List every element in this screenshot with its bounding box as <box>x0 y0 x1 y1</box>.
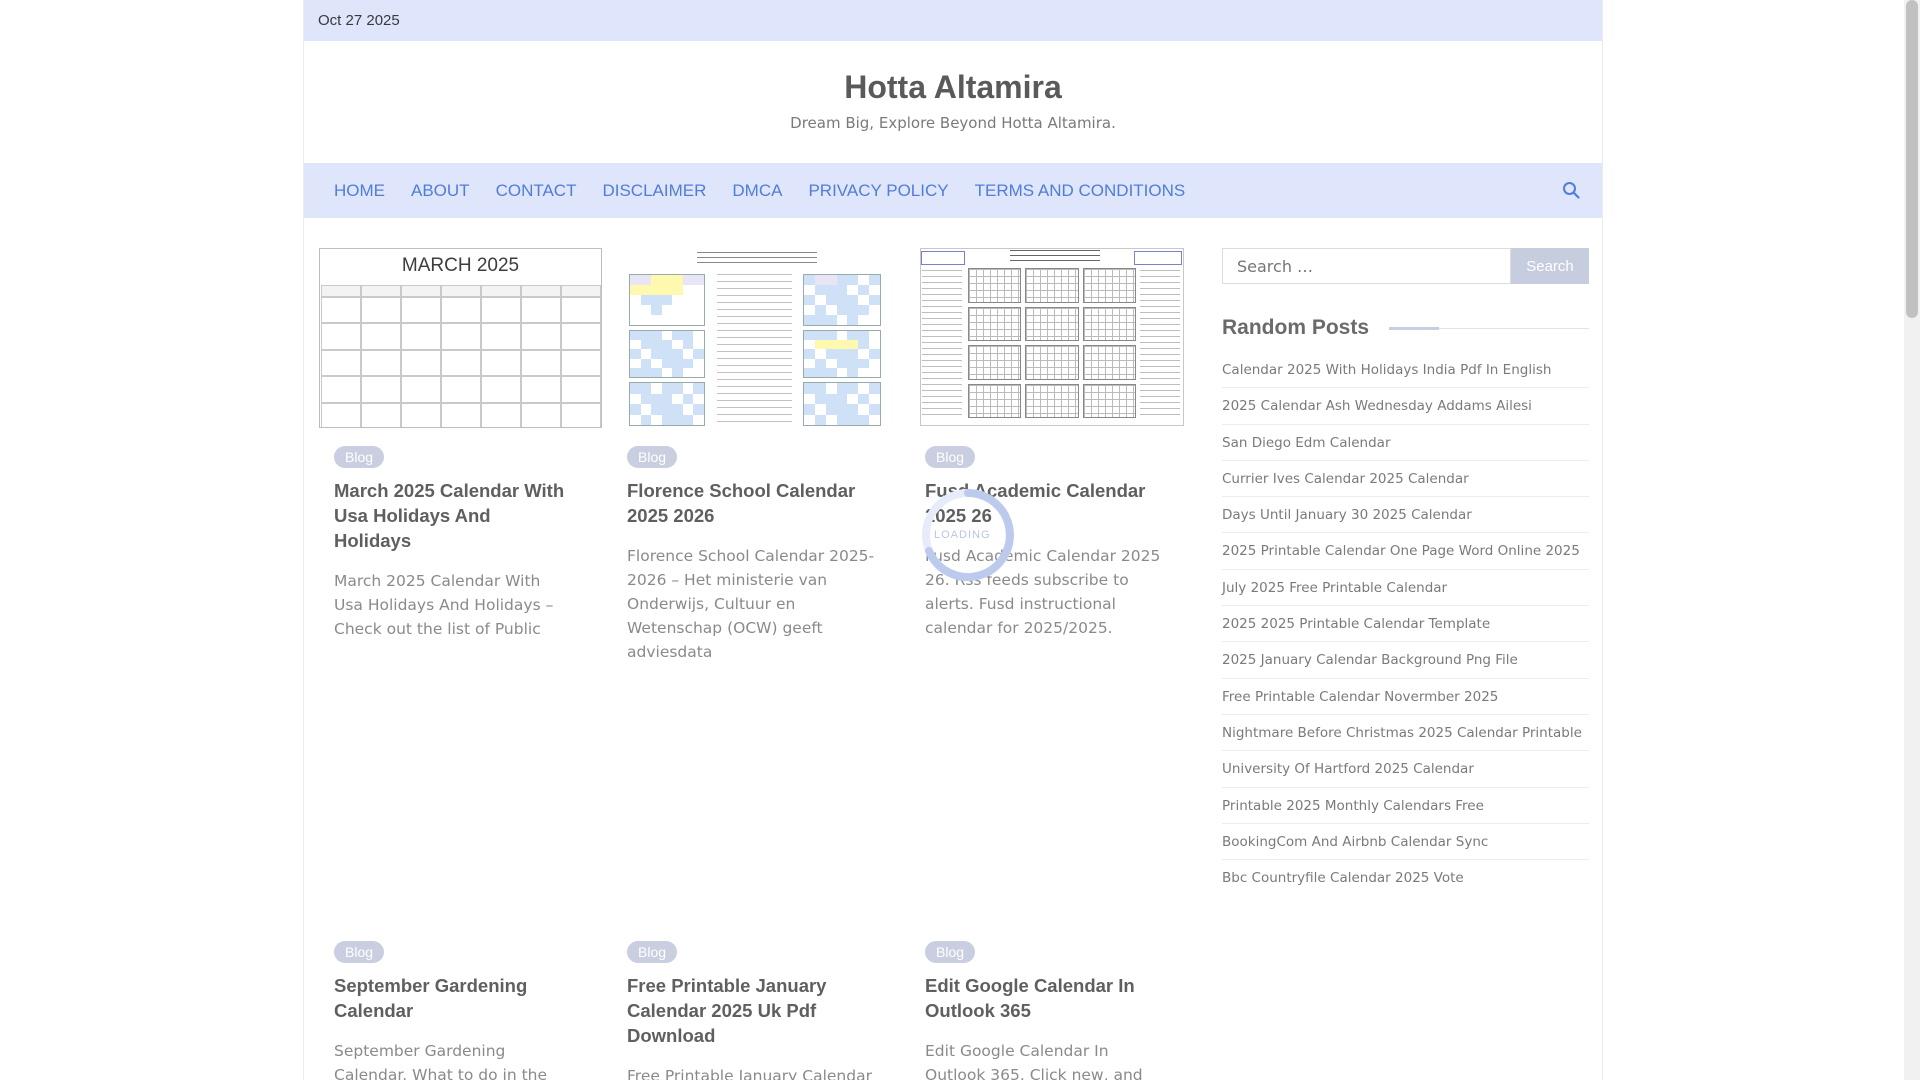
random-posts-header: Random Posts <box>1222 316 1589 340</box>
page-scroll-thumb[interactable] <box>1906 0 1918 318</box>
site-title[interactable]: Hotta Altamira <box>304 69 1602 106</box>
search-input[interactable] <box>1222 248 1511 284</box>
nav-item-privacy-policy[interactable]: PRIVACY POLICY <box>795 181 961 201</box>
top-bar-date: Oct 27 2025 <box>318 12 400 29</box>
post-card: Blog Florence School Calendar 2025 2026 … <box>627 248 887 664</box>
widget-title-accent <box>1389 326 1440 330</box>
random-post-link[interactable]: 2025 Calendar Ash Wednesday Addams Ailes… <box>1222 388 1589 425</box>
post-thumbnail[interactable] <box>920 248 1186 428</box>
post-title[interactable]: March 2025 Calendar With Usa Holidays An… <box>334 478 569 553</box>
thumb-calendar-title: MARCH 2025 <box>401 255 520 276</box>
random-post-link[interactable]: San Diego Edm Calendar <box>1222 425 1589 461</box>
sidebar-search-form: Search <box>1222 248 1589 284</box>
nav-item-about[interactable]: ABOUT <box>398 181 483 201</box>
category-badge[interactable]: Blog <box>925 941 976 963</box>
post-thumbnail[interactable] <box>627 248 883 428</box>
site-branding: Hotta Altamira Dream Big, Explore Beyond… <box>304 41 1602 163</box>
main-navigation: HOME ABOUT CONTACT DISCLAIMER DMCA PRIVA… <box>304 163 1602 218</box>
random-post-link[interactable]: Free Printable Calendar Novermber 2025 <box>1222 679 1589 715</box>
post-card: Blog September Gardening Calendar Septem… <box>334 941 594 1080</box>
random-post-link[interactable]: Printable 2025 Monthly Calendars Free <box>1222 788 1589 824</box>
post-title[interactable]: September Gardening Calendar <box>334 973 579 1023</box>
random-post-link[interactable]: July 2025 Free Printable Calendar <box>1222 570 1589 607</box>
random-post-link[interactable]: BookingCom And Airbnb Calendar Sync <box>1222 824 1589 861</box>
loading-text: LOADING <box>934 529 991 541</box>
post-title[interactable]: Florence School Calendar 2025 2026 <box>627 478 877 528</box>
random-post-link[interactable]: Calendar 2025 With Holidays India Pdf In… <box>1222 352 1589 389</box>
post-card: MARCH 2025 Blog March 2025 Calendar With… <box>319 248 602 641</box>
random-post-link[interactable]: 2025 January Calendar Background Png Fil… <box>1222 642 1589 679</box>
nav-item-disclaimer[interactable]: DISCLAIMER <box>589 181 719 201</box>
post-excerpt: Free Printable January Calendar <box>627 1067 872 1080</box>
top-bar: Oct 27 2025 <box>304 0 1602 41</box>
category-badge[interactable]: Blog <box>334 941 385 963</box>
random-post-link: Bbc Countryfile Calendar 2025 Vote <box>1222 870 1464 887</box>
widget-title-divider <box>1439 327 1589 329</box>
nav-item-contact[interactable]: CONTACT <box>483 181 590 201</box>
random-post-link[interactable]: Currier Ives Calendar 2025 Calendar <box>1222 461 1589 498</box>
post-thumbnail[interactable]: MARCH 2025 <box>319 248 602 428</box>
thumb-calendar-grid <box>321 285 601 427</box>
nav-item-dmca[interactable]: DMCA <box>719 181 795 201</box>
nav-item-home[interactable]: HOME <box>321 181 398 201</box>
category-badge[interactable]: Blog <box>334 446 385 468</box>
random-post-link[interactable]: Nightmare Before Christmas 2025 Calendar… <box>1222 715 1589 752</box>
nav-item-terms[interactable]: TERMS AND CONDITIONS <box>962 181 1199 201</box>
post-excerpt: September Gardening Calendar. What to do… <box>334 1042 548 1080</box>
random-post-link[interactable]: Days Until January 30 2025 Calendar <box>1222 497 1589 534</box>
random-posts-list: Calendar 2025 With Holidays India Pdf In… <box>1222 352 1589 896</box>
category-badge[interactable]: Blog <box>627 941 678 963</box>
post-card: Blog Free Printable January Calendar 202… <box>627 941 887 1080</box>
search-icon[interactable] <box>1562 181 1580 199</box>
random-post-link[interactable]: University Of Hartford 2025 Calendar <box>1222 751 1589 788</box>
category-badge[interactable]: Blog <box>627 446 678 468</box>
post-title[interactable]: Free Printable January Calendar 2025 Uk … <box>627 973 872 1048</box>
random-post-link[interactable]: 2025 Printable Calendar One Page Word On… <box>1222 533 1589 570</box>
post-excerpt: Florence School Calendar 2025-2026 – Het… <box>627 547 875 661</box>
post-title[interactable]: Edit Google Calendar In Outlook 365 <box>925 973 1170 1023</box>
sidebar: Search Random Posts Calendar 2025 With H… <box>1222 248 1589 896</box>
random-post-link[interactable]: 2025 2025 Printable Calendar Template <box>1222 606 1589 643</box>
search-button[interactable]: Search <box>1511 248 1589 284</box>
random-posts-title: Random Posts <box>1222 316 1370 339</box>
category-badge[interactable]: Blog <box>925 446 976 468</box>
page-scrollbar[interactable] <box>1904 0 1920 1080</box>
site-description: Dream Big, Explore Beyond Hotta Altamira… <box>790 114 1116 132</box>
post-excerpt: Edit Google Calendar In Outlook 365. Cli… <box>925 1042 1143 1080</box>
post-card: Blog Edit Google Calendar In Outlook 365… <box>925 941 1185 1080</box>
post-excerpt: March 2025 Calendar With Usa Holidays An… <box>334 572 554 638</box>
